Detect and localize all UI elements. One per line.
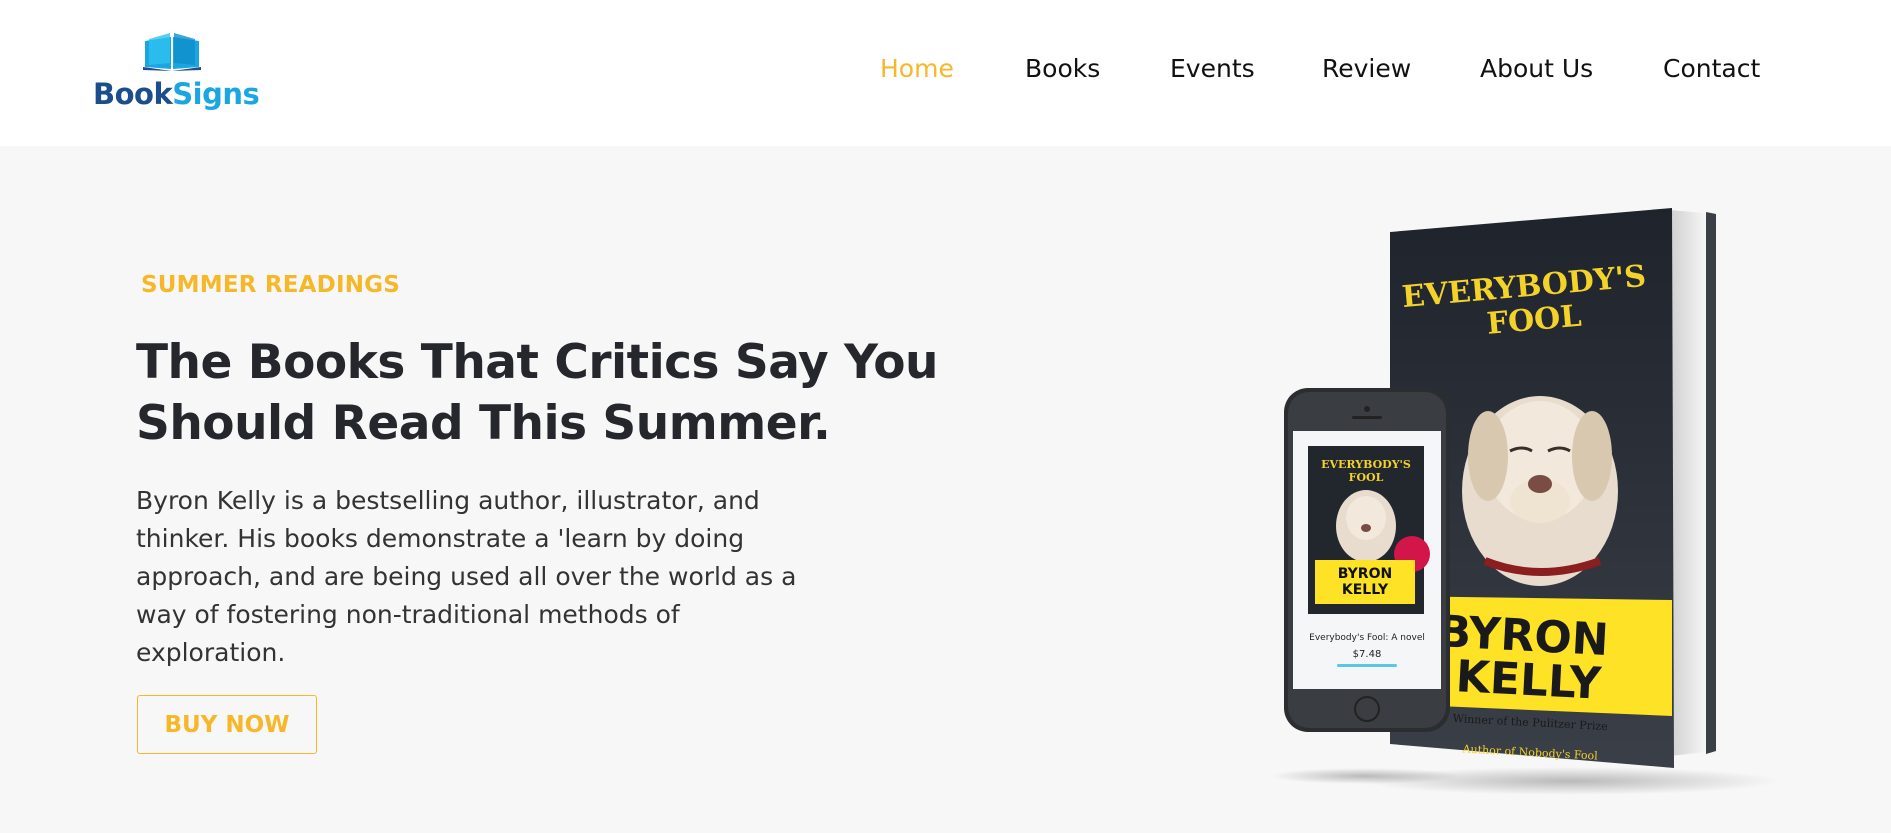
product-mockup: EVERYBODY'S FOOL BYRON KELLY Winner of t… bbox=[1270, 208, 1780, 795]
site-header: BookSigns Home Books Events Review About… bbox=[0, 0, 1891, 146]
hero-eyebrow: SUMMER READINGS bbox=[141, 272, 401, 298]
brand-name-part2: Signs bbox=[172, 77, 260, 111]
brand-logo[interactable]: BookSigns bbox=[93, 33, 260, 113]
buy-now-button[interactable]: BUY NOW bbox=[137, 695, 317, 754]
brand-name-part1: Book bbox=[93, 77, 173, 111]
hero-title-line1: The Books That Critics Say You bbox=[136, 335, 938, 390]
hero-title: The Books That Critics Say You Should Re… bbox=[136, 332, 976, 454]
book-author: BYRON KELLY bbox=[1434, 606, 1625, 711]
nav-books[interactable]: Books bbox=[1025, 54, 1100, 83]
nav-events[interactable]: Events bbox=[1170, 54, 1255, 83]
nav-contact[interactable]: Contact bbox=[1663, 54, 1760, 83]
phone-mockup: EVERYBODY'S FOOL BYRON KELLY Everybody's… bbox=[1270, 388, 1460, 784]
open-book-icon bbox=[143, 33, 201, 71]
svg-text:EVERYBODY'S: EVERYBODY'S bbox=[1321, 458, 1411, 471]
dog-illustration bbox=[1462, 396, 1618, 586]
svg-text:KELLY: KELLY bbox=[1342, 582, 1389, 598]
nav-review[interactable]: Review bbox=[1322, 54, 1411, 83]
hero-description: Byron Kelly is a bestselling author, ill… bbox=[136, 486, 797, 667]
hero-section: SUMMER READINGS The Books That Critics S… bbox=[0, 146, 1891, 833]
hero-title-line2: Should Read This Summer. bbox=[136, 396, 831, 451]
brand-name: BookSigns bbox=[93, 77, 260, 111]
phone-product-price: $7.48 bbox=[1353, 649, 1382, 660]
phone-product-name: Everybody's Fool: A novel bbox=[1309, 633, 1425, 643]
svg-text:BYRON: BYRON bbox=[1338, 566, 1392, 582]
nav-about-us[interactable]: About Us bbox=[1480, 54, 1593, 83]
svg-text:FOOL: FOOL bbox=[1349, 471, 1384, 484]
nav-home[interactable]: Home bbox=[880, 54, 954, 83]
